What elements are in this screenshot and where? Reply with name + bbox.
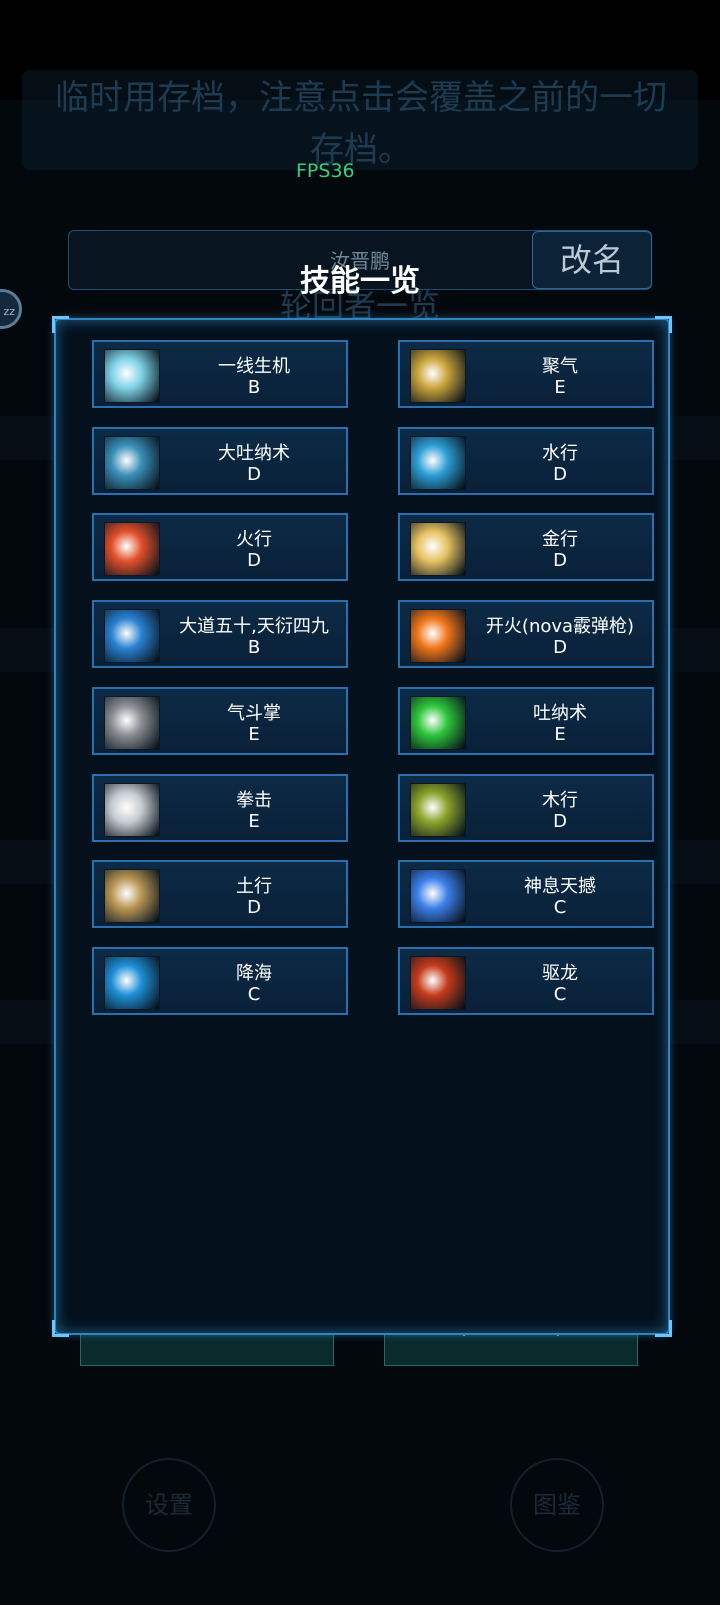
skill-grade: C <box>553 983 567 1005</box>
skill-name: 降海 <box>236 962 272 984</box>
corner-decoration <box>655 316 672 333</box>
skill-name: 拳击 <box>236 789 272 811</box>
skill-name: 木行 <box>542 789 578 811</box>
fire-slash-icon <box>410 609 466 664</box>
skill-grade: C <box>553 897 567 919</box>
gallery-button[interactable]: 图鉴 <box>510 1458 604 1552</box>
fps-counter: FPS36 <box>296 160 355 182</box>
skill-card[interactable]: 降海 C <box>92 946 348 1015</box>
skill-name: 大吐纳术 <box>218 442 290 464</box>
corner-decoration <box>655 1320 672 1337</box>
skill-name: 开火(nova霰弹枪) <box>485 616 635 638</box>
fire-creature-icon <box>410 955 466 1010</box>
skill-grade: D <box>247 897 261 919</box>
warning-line-1: 临时用存档，注意点击会覆盖之前的一切 <box>55 78 667 118</box>
skill-name: 火行 <box>236 529 272 551</box>
fireball-icon <box>104 522 160 577</box>
water-spiral-icon <box>104 955 160 1010</box>
target-icon <box>104 782 160 837</box>
skill-card[interactable]: 聚气 E <box>398 340 654 408</box>
meditation-figure-icon <box>104 435 160 490</box>
settings-button[interactable]: 设置 <box>122 1458 216 1552</box>
skill-grade: C <box>247 983 261 1005</box>
skill-card[interactable]: 神息天撼 C <box>398 860 654 929</box>
skill-grade: D <box>553 810 567 832</box>
ice-aura-icon <box>104 349 160 403</box>
skill-card[interactable]: 火行 D <box>92 513 348 582</box>
blue-vortex-icon <box>104 609 160 664</box>
skill-grade: D <box>247 550 261 572</box>
green-hand-icon <box>410 695 466 750</box>
skill-grade: E <box>248 810 260 832</box>
water-lightning-icon <box>410 435 466 490</box>
skill-name: 金行 <box>542 529 578 551</box>
corner-decoration <box>52 316 69 333</box>
skill-grade: B <box>247 637 261 659</box>
skill-card[interactable]: 大吐纳术 D <box>92 426 348 495</box>
skill-card[interactable]: 水行 D <box>398 426 654 495</box>
skill-card[interactable]: 气斗掌 E <box>92 686 348 755</box>
skill-name: 土行 <box>236 876 272 898</box>
skill-grade: B <box>247 377 261 398</box>
skill-grade: E <box>248 723 260 745</box>
lightning-icon <box>410 869 466 924</box>
skill-name: 吐纳术 <box>533 702 587 724</box>
skill-grade: D <box>553 463 567 485</box>
bamboo-icon <box>410 782 466 837</box>
skill-card[interactable]: 开火(nova霰弹枪) D <box>398 600 654 669</box>
skill-card[interactable]: 金行 D <box>398 513 654 582</box>
skill-name: 聚气 <box>542 356 578 377</box>
skill-name: 驱龙 <box>542 962 578 984</box>
skill-card[interactable]: 吐纳术 E <box>398 686 654 755</box>
skill-card[interactable]: 驱龙 C <box>398 946 654 1015</box>
skill-card[interactable]: 一线生机 B <box>92 340 348 408</box>
claw-hand-icon <box>104 695 160 750</box>
corner-decoration <box>52 1320 69 1337</box>
warning-line-2: 存档。 <box>310 130 412 170</box>
skill-name: 气斗掌 <box>227 702 281 724</box>
skill-grade: D <box>553 637 567 659</box>
skill-card[interactable]: 土行 D <box>92 860 348 929</box>
skill-name: 一线生机 <box>218 356 290 377</box>
skill-grade: E <box>554 377 566 398</box>
skill-name: 水行 <box>542 442 578 464</box>
skill-grade: D <box>247 463 261 485</box>
golden-hands-icon <box>410 349 466 403</box>
skill-card[interactable]: 大道五十,天衍四九 B <box>92 600 348 669</box>
skill-name: 大道五十,天衍四九 <box>179 616 329 638</box>
skill-card[interactable]: 拳击 E <box>92 773 348 842</box>
save-warning-text: 临时用存档，注意点击会覆盖之前的一切 存档。 <box>26 72 696 176</box>
cracked-earth-icon <box>104 869 160 924</box>
skill-grade: E <box>554 723 566 745</box>
skill-card[interactable]: 木行 D <box>398 773 654 842</box>
skill-grade: D <box>553 550 567 572</box>
skill-name: 神息天撼 <box>524 876 596 898</box>
golden-slash-icon <box>410 522 466 577</box>
modal-title: 技能一览 <box>300 264 420 299</box>
